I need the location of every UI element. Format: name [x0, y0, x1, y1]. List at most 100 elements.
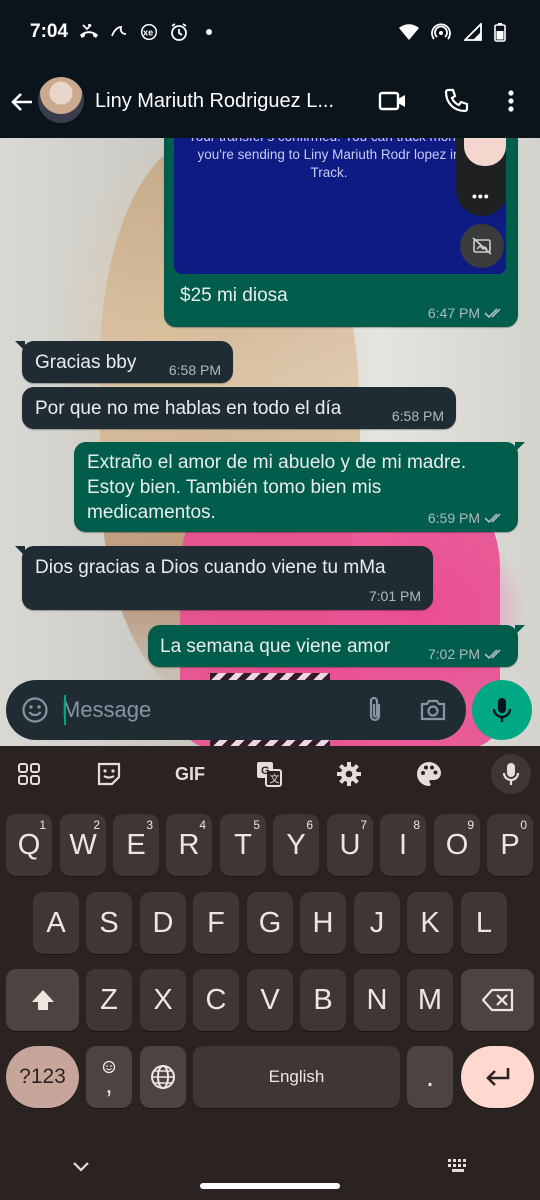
key-q[interactable]: Q1 — [6, 814, 52, 876]
key-y[interactable]: Y6 — [273, 814, 319, 876]
more-options-icon[interactable] — [496, 86, 526, 116]
attach-icon[interactable] — [360, 695, 390, 725]
message-out-transfer[interactable]: Your transfer's confirmed. You can track… — [164, 138, 518, 327]
message-in[interactable]: Gracias bby 6:58 PM — [15, 341, 233, 383]
message-composer — [6, 680, 466, 740]
message-out[interactable]: Extraño el amor de mi abuelo y de mi mad… — [74, 442, 525, 532]
key-hint: 4 — [199, 818, 206, 832]
key-label: S — [99, 906, 119, 939]
key-label: E — [126, 828, 146, 861]
key-label: F — [207, 906, 225, 939]
period-key[interactable]: . — [407, 1046, 453, 1108]
key-h[interactable]: H — [300, 892, 346, 954]
voice-message-button[interactable] — [472, 680, 532, 740]
message-text: $25 mi diosa — [180, 285, 288, 306]
camera-icon[interactable] — [418, 695, 448, 725]
key-label: R — [178, 828, 200, 861]
message-out[interactable]: La semana que viene amor 7:02 PM — [148, 625, 525, 667]
chat-area[interactable]: Your transfer's confirmed. You can track… — [0, 138, 540, 746]
key-o[interactable]: O9 — [434, 814, 480, 876]
emoji-comma-key[interactable]: , — [86, 1046, 132, 1108]
key-f[interactable]: F — [193, 892, 239, 954]
voice-call-icon[interactable] — [441, 86, 471, 116]
microphone-icon — [492, 698, 512, 722]
contact-name[interactable]: Liny Mariuth Rodriguez L... — [95, 90, 361, 113]
message-time: 7:02 PM — [428, 646, 506, 662]
time-label: 6:59 PM — [427, 510, 480, 526]
message-input[interactable] — [62, 694, 342, 726]
message-in[interactable]: Por que no me hablas en todo el día 6:58… — [22, 387, 456, 429]
key-label: B — [313, 983, 333, 1016]
key-z[interactable]: Z — [86, 969, 132, 1031]
shift-key[interactable] — [6, 969, 79, 1031]
translate-icon[interactable]: G文 — [251, 758, 287, 790]
key-i[interactable]: I8 — [380, 814, 426, 876]
key-label: U — [339, 828, 361, 861]
tiktok-icon — [108, 22, 130, 42]
key-j[interactable]: J — [354, 892, 400, 954]
contact-avatar[interactable] — [38, 77, 84, 123]
language-key[interactable] — [140, 1046, 186, 1108]
transfer-screenshot[interactable]: Your transfer's confirmed. You can track… — [174, 138, 506, 274]
time-label: 6:58 PM — [391, 408, 444, 424]
soft-keyboard: GIF G文 Q1 W2 E3 R4 T5 Y6 U7 I8 O9 P0 A S — [0, 746, 540, 1200]
key-p[interactable]: P0 — [487, 814, 533, 876]
key-label: ?123 — [19, 1065, 66, 1088]
key-v[interactable]: V — [247, 969, 293, 1031]
emoji-icon[interactable] — [20, 695, 50, 725]
key-b[interactable]: B — [300, 969, 346, 1031]
message-time: 7:01 PM — [369, 588, 421, 604]
home-gesture-bar[interactable] — [200, 1183, 340, 1189]
read-ticks-icon — [484, 513, 501, 524]
key-hint: 8 — [413, 818, 420, 832]
key-label: N — [366, 983, 388, 1016]
settings-gear-icon[interactable] — [331, 758, 367, 790]
key-label: Q — [17, 828, 41, 861]
enter-key[interactable] — [461, 1046, 534, 1108]
back-arrow-icon[interactable] — [8, 88, 36, 116]
notification-dot-icon — [206, 29, 212, 35]
backspace-key[interactable] — [461, 969, 534, 1031]
key-l[interactable]: L — [461, 892, 507, 954]
key-t[interactable]: T5 — [220, 814, 266, 876]
video-call-icon[interactable] — [378, 86, 408, 116]
key-label: G — [258, 906, 282, 939]
svg-text:文: 文 — [270, 773, 280, 786]
symbols-key[interactable]: ?123 — [6, 1046, 79, 1108]
apps-grid-icon[interactable] — [11, 758, 47, 790]
keyboard-toolbar: GIF G文 — [0, 746, 540, 802]
key-s[interactable]: S — [86, 892, 132, 954]
read-ticks-icon — [484, 308, 501, 319]
hide-image-icon[interactable] — [460, 224, 504, 268]
key-c[interactable]: C — [193, 969, 239, 1031]
space-key[interactable]: English — [193, 1046, 400, 1108]
key-u[interactable]: U7 — [327, 814, 373, 876]
key-r[interactable]: R4 — [166, 814, 212, 876]
key-hint: 0 — [520, 818, 527, 832]
enter-arrow-icon — [485, 1068, 509, 1086]
text-cursor — [64, 695, 66, 725]
key-d[interactable]: D — [140, 892, 186, 954]
hide-keyboard-chevron-icon[interactable] — [72, 1160, 90, 1178]
overlay-more-dots[interactable]: ••• — [472, 188, 490, 204]
svg-text:xe: xe — [143, 28, 153, 38]
key-label: O — [445, 828, 469, 861]
key-x[interactable]: X — [140, 969, 186, 1031]
key-n[interactable]: N — [354, 969, 400, 1031]
key-a[interactable]: A — [33, 892, 79, 954]
key-w[interactable]: W2 — [60, 814, 106, 876]
sticker-icon[interactable] — [91, 758, 127, 790]
key-m[interactable]: M — [407, 969, 453, 1031]
keyboard-switcher-icon[interactable] — [447, 1158, 469, 1179]
gif-button[interactable]: GIF — [170, 758, 210, 790]
key-g[interactable]: G — [247, 892, 293, 954]
key-e[interactable]: E3 — [113, 814, 159, 876]
key-hint: 1 — [39, 818, 46, 832]
message-text: Gracias bby — [35, 352, 137, 373]
voice-typing-icon[interactable] — [491, 754, 531, 794]
key-k[interactable]: K — [407, 892, 453, 954]
whatsapp-chat-screen: 7:04 xe Liny Mariuth Rodriguez L... you'… — [0, 0, 540, 1200]
message-in[interactable]: Dios gracias a Dios cuando viene tu mMa … — [15, 546, 433, 610]
theme-palette-icon[interactable] — [411, 758, 447, 790]
key-label: . — [425, 1060, 435, 1093]
